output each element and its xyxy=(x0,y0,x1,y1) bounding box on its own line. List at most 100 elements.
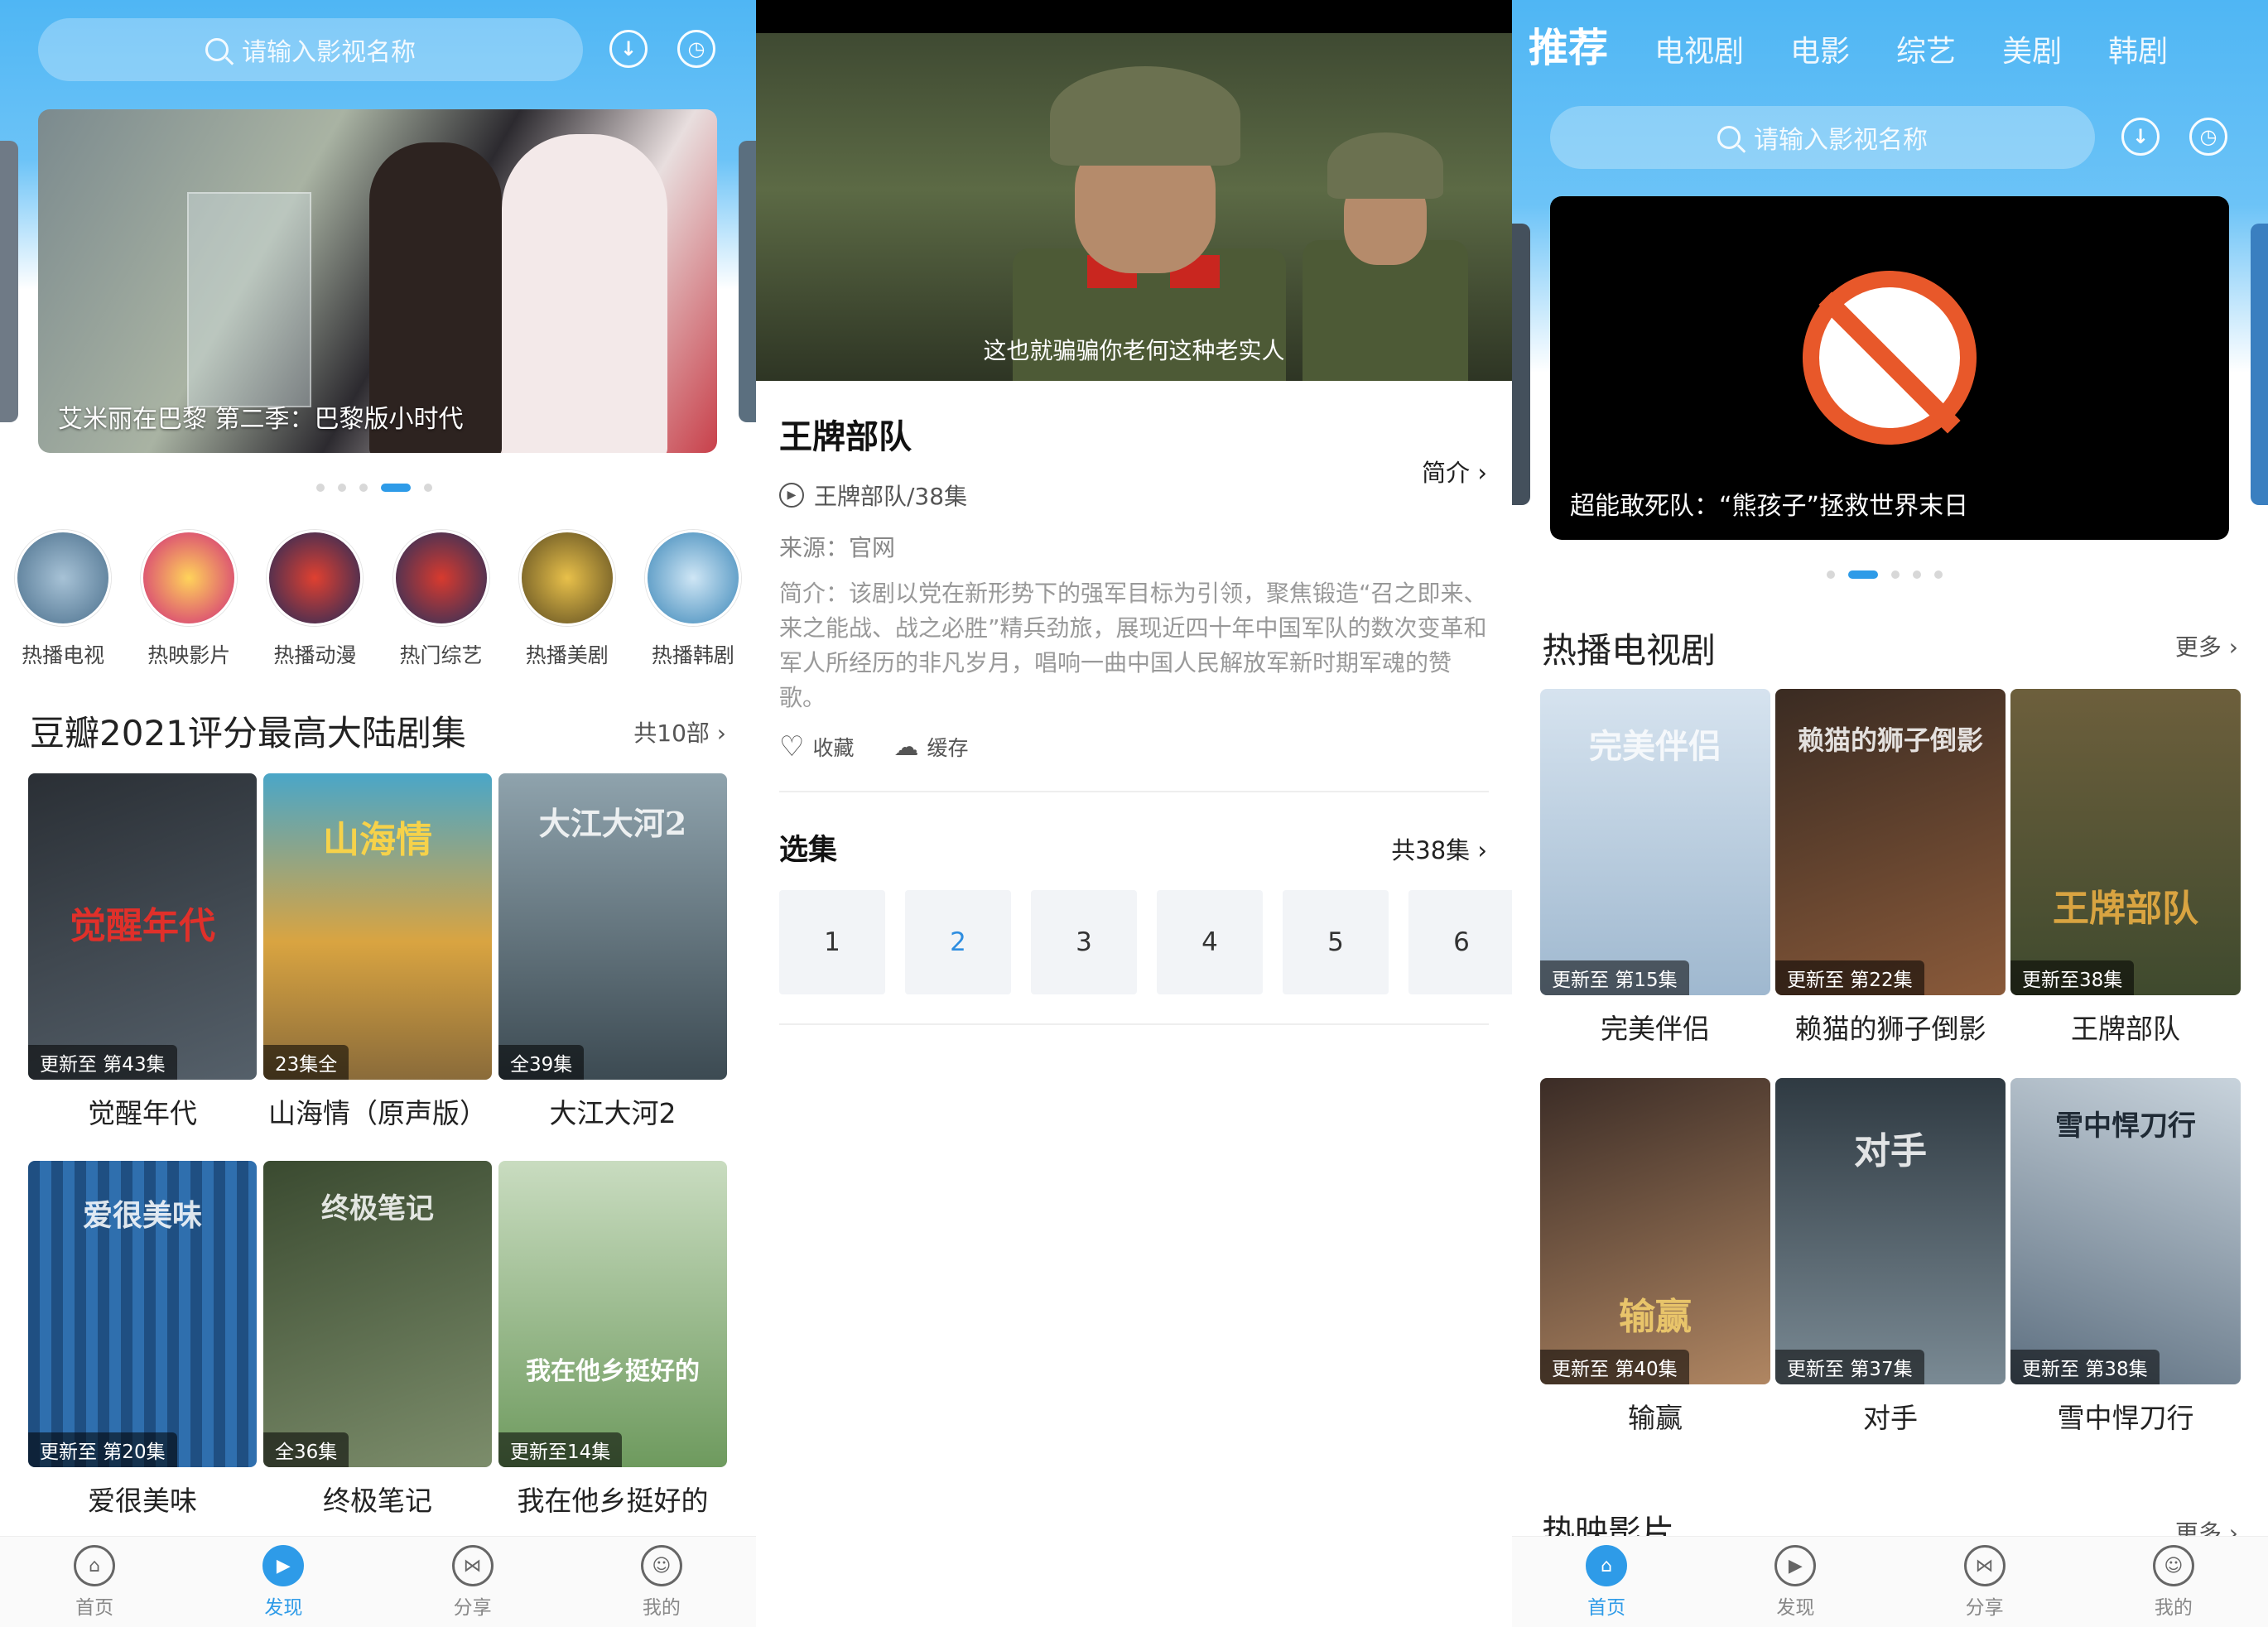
banner-dot[interactable] xyxy=(1891,570,1900,579)
episode-button[interactable]: 6 xyxy=(1408,890,1512,994)
category-label: 热播韩剧 xyxy=(651,643,734,667)
show-card[interactable]: 输赢 更新至 第40集 输赢 xyxy=(1540,1078,1770,1436)
download-icon[interactable]: ↓ xyxy=(2121,118,2160,156)
episode-info: ▶ 王牌部队/38集 xyxy=(779,479,967,512)
banner-carousel[interactable]: 超能敢死队：“熊孩子”拯救世界末日 xyxy=(1550,196,2229,540)
tab-home[interactable]: ⌂ 首页 xyxy=(36,1545,152,1620)
banner-next-peek[interactable] xyxy=(2251,224,2268,505)
show-card[interactable]: 完美伴侣 更新至 第15集 完美伴侣 xyxy=(1540,689,1770,1047)
banner-caption: 艾米丽在巴黎 第二季：巴黎版小时代 xyxy=(58,405,464,434)
poster-art-title: 大江大河2 xyxy=(538,804,687,842)
tab-discover[interactable]: ▶ 发现 xyxy=(1737,1545,1853,1620)
show-card[interactable]: 我在他乡挺好的 更新至14集 我在他乡挺好的 xyxy=(498,1161,727,1519)
category-hot-anime[interactable]: 热播动漫 xyxy=(261,530,368,669)
poster-art-title: 爱很美味 xyxy=(82,1198,202,1233)
category-label: 热门综艺 xyxy=(399,643,483,667)
tab-share[interactable]: ⋈ 分享 xyxy=(415,1545,531,1620)
user-icon: ☺ xyxy=(2152,1545,2194,1586)
favorite-button[interactable]: ♡ 收藏 xyxy=(779,730,855,763)
show-name: 终极笔记 xyxy=(323,1485,432,1517)
tab-label: 发现 xyxy=(264,1597,303,1619)
tab-kr-drama[interactable]: 韩剧 xyxy=(2108,27,2168,70)
video-player[interactable]: 这也就骗骗你老何这种老实人 xyxy=(756,33,1512,381)
category-hot-variety[interactable]: 热门综艺 xyxy=(388,530,495,669)
show-poster: 觉醒年代 更新至 第43集 xyxy=(28,773,257,1080)
tab-variety[interactable]: 综艺 xyxy=(1896,27,1956,70)
show-card[interactable]: 觉醒年代 更新至 第43集 觉醒年代 xyxy=(28,773,257,1131)
category-hot-us-drama[interactable]: 热播美剧 xyxy=(513,530,621,669)
show-name: 完美伴侣 xyxy=(1601,1013,1710,1045)
category-hot-kr-drama[interactable]: 热播韩剧 xyxy=(639,530,747,669)
divider xyxy=(779,791,1489,792)
tab-recommend[interactable]: 推荐 xyxy=(1529,15,1608,73)
status-strip xyxy=(756,0,1512,33)
clock-icon[interactable]: ◷ xyxy=(677,30,715,68)
poster-art-title: 山海情 xyxy=(323,819,432,862)
banner-dot[interactable] xyxy=(316,484,325,492)
episode-button[interactable]: 1 xyxy=(779,890,885,994)
show-poster: 赖猫的狮子倒影 更新至 第22集 xyxy=(1775,689,2006,995)
episode-button[interactable]: 5 xyxy=(1283,890,1389,994)
episode-badge: 更新至 第15集 xyxy=(1540,960,1689,995)
tab-movie[interactable]: 电影 xyxy=(1790,27,1850,70)
show-name: 我在他乡挺好的 xyxy=(517,1485,709,1517)
category-hot-movies[interactable]: 热映影片 xyxy=(135,530,243,669)
cache-button[interactable]: ☁ 缓存 xyxy=(894,730,969,763)
clock-icon[interactable]: ◷ xyxy=(2189,118,2227,156)
episode-button[interactable]: 4 xyxy=(1157,890,1263,994)
tab-share[interactable]: ⋈ 分享 xyxy=(1927,1545,2043,1620)
show-card[interactable]: 王牌部队 更新至38集 王牌部队 xyxy=(2010,689,2241,1047)
section-more-link[interactable]: 更多 › xyxy=(2175,629,2238,662)
show-card[interactable]: 终极笔记 全36集 终极笔记 xyxy=(263,1161,492,1519)
heart-icon: ♡ xyxy=(779,730,805,763)
section-count-link[interactable]: 共10部 › xyxy=(633,715,726,749)
show-card[interactable]: 雪中悍刀行 更新至 第38集 雪中悍刀行 xyxy=(2010,1078,2241,1436)
category-avatar xyxy=(267,530,364,626)
show-poster: 对手 更新至 第37集 xyxy=(1775,1078,2006,1384)
search-icon xyxy=(1717,126,1741,149)
video-subtitle: 这也就骗骗你老何这种老实人 xyxy=(983,337,1285,364)
download-icon[interactable]: ↓ xyxy=(609,30,648,68)
banner-dot[interactable] xyxy=(1827,570,1835,579)
section-title: 豆瓣2021评分最高大陆剧集 xyxy=(30,713,466,753)
search-bar[interactable]: 请输入影视名称 xyxy=(1550,106,2095,169)
poster-art-title: 我在他乡挺好的 xyxy=(526,1357,700,1387)
intro-link[interactable]: 简介 › xyxy=(1422,454,1487,489)
tab-home[interactable]: ⌂ 首页 xyxy=(1548,1545,1664,1620)
search-bar[interactable]: 请输入影视名称 xyxy=(38,18,583,81)
banner-carousel[interactable]: 艾米丽在巴黎 第二季：巴黎版小时代 xyxy=(38,109,717,453)
banner-prev-peek[interactable] xyxy=(0,141,18,422)
tab-us-drama[interactable]: 美剧 xyxy=(2002,27,2062,70)
show-name: 输赢 xyxy=(1628,1402,1683,1434)
category-label: 热映影片 xyxy=(147,643,231,667)
banner-dot[interactable] xyxy=(1913,570,1921,579)
banner-dot-active[interactable] xyxy=(381,484,411,492)
banner-dot-active[interactable] xyxy=(1848,570,1878,579)
category-hot-tv[interactable]: 热播电视 xyxy=(9,530,117,669)
show-poster: 终极笔记 全36集 xyxy=(263,1161,492,1467)
show-card[interactable]: 赖猫的狮子倒影 更新至 第22集 赖猫的狮子倒影 xyxy=(1775,689,2006,1047)
tab-profile[interactable]: ☺ 我的 xyxy=(604,1545,720,1620)
section-title: 热播电视剧 xyxy=(1542,630,1717,671)
tab-label: 发现 xyxy=(1776,1597,1815,1619)
episode-button-selected[interactable]: 2 xyxy=(905,890,1011,994)
episode-count-link[interactable]: 共38集 › xyxy=(1391,831,1487,866)
banner-dot[interactable] xyxy=(1934,570,1943,579)
show-card[interactable]: 爱很美味 更新至 第20集 爱很美味 xyxy=(28,1161,257,1519)
banner-prev-peek[interactable] xyxy=(1512,224,1530,505)
episode-badge: 更新至 第22集 xyxy=(1775,960,1924,995)
show-card[interactable]: 对手 更新至 第37集 对手 xyxy=(1775,1078,2006,1436)
tab-profile[interactable]: ☺ 我的 xyxy=(2116,1545,2232,1620)
category-tabs: 推荐 电视剧 电影 综艺 美剧 韩剧 xyxy=(1529,15,2168,73)
show-card[interactable]: 大江大河2 全39集 大江大河2 xyxy=(498,773,727,1131)
banner-art-figure-right xyxy=(502,134,667,453)
tab-discover[interactable]: ▶ 发现 xyxy=(225,1545,341,1620)
banner-dot[interactable] xyxy=(424,484,432,492)
banner-dot[interactable] xyxy=(338,484,346,492)
episode-button[interactable]: 3 xyxy=(1031,890,1137,994)
show-poster: 完美伴侣 更新至 第15集 xyxy=(1540,689,1770,995)
banner-next-peek[interactable] xyxy=(739,141,756,422)
show-card[interactable]: 山海情 23集全 山海情（原声版） xyxy=(263,773,492,1131)
tab-tv[interactable]: 电视剧 xyxy=(1654,27,1744,70)
banner-dot[interactable] xyxy=(359,484,368,492)
